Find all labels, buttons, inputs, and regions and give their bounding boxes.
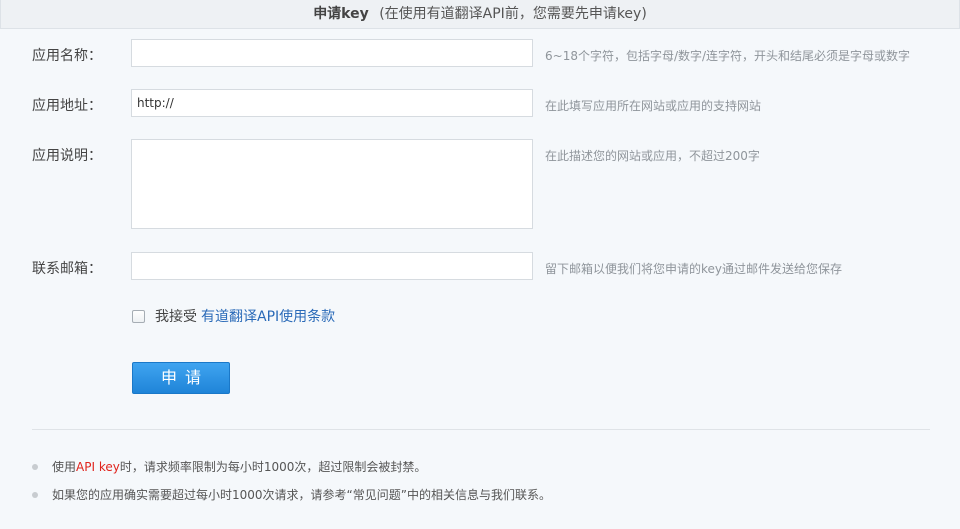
note-item: 如果您的应用确实需要超过每小时1000次请求，请参考“常见问题”中的相关信息与我… xyxy=(32,486,551,503)
terms-link[interactable]: 有道翻译API使用条款 xyxy=(201,306,335,326)
note-item: 使用 API key 时，请求频率限制为每小时1000次，超过限制会被封禁。 xyxy=(32,458,426,475)
bullet-dot-icon xyxy=(32,463,38,470)
email-input[interactable] xyxy=(131,252,533,280)
agree-text: 我接受 xyxy=(155,309,197,325)
form-subtitle: (在使用有道翻译API前，您需要先申请key) xyxy=(379,6,647,22)
app-url-input[interactable] xyxy=(131,89,533,117)
note-text-pre: 使用 xyxy=(52,460,77,474)
app-desc-hint: 在此描述您的网站或应用，不超过200字 xyxy=(545,149,760,163)
form-header: 申请key (在使用有道翻译API前，您需要先申请key) xyxy=(0,0,960,29)
form-title: 申请key xyxy=(313,6,369,22)
email-hint: 留下邮箱以便我们将您申请的key通过邮件发送给您保存 xyxy=(545,262,843,276)
submit-button[interactable]: 申请 xyxy=(132,362,230,394)
app-url-label: 应用地址： xyxy=(32,98,102,114)
divider xyxy=(32,429,930,430)
app-name-hint: 6~18个字符，包括字母/数字/连字符，开头和结尾必须是字母或数字 xyxy=(545,49,911,63)
note-text-post: 时，请求频率限制为每小时1000次，超过限制会被封禁。 xyxy=(119,460,427,474)
app-name-label: 应用名称： xyxy=(32,48,102,64)
agree-checkbox[interactable] xyxy=(132,309,145,323)
note-text: 如果您的应用确实需要超过每小时1000次请求，请参考“常见问题”中的相关信息与我… xyxy=(52,488,551,502)
agree-row: 我接受 有道翻译API使用条款 xyxy=(132,306,335,326)
email-label: 联系邮箱： xyxy=(32,261,102,277)
app-desc-textarea[interactable] xyxy=(131,139,533,229)
app-name-input[interactable] xyxy=(131,39,533,67)
app-desc-label: 应用说明： xyxy=(32,148,102,164)
bullet-dot-icon xyxy=(32,491,38,498)
note-api-key-highlight: API key xyxy=(76,459,120,474)
app-url-hint: 在此填写应用所在网站或应用的支持网站 xyxy=(545,99,762,113)
